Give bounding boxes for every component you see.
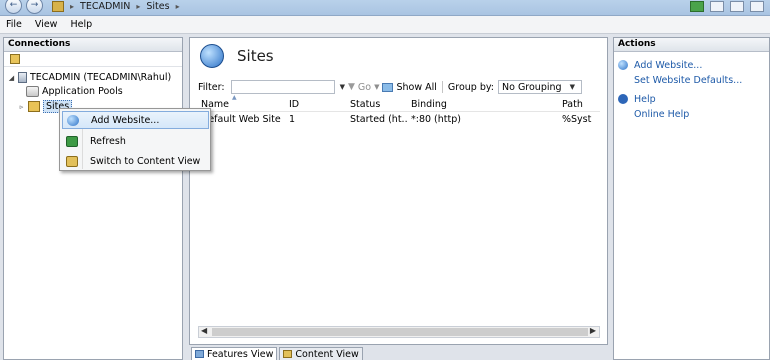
group-by-select[interactable]: No Grouping ▼	[498, 80, 582, 94]
ctx-refresh-label: Refresh	[90, 135, 126, 147]
go-dropdown-icon[interactable]: ▼	[374, 83, 379, 91]
globe-icon	[618, 60, 628, 70]
connections-header: Connections	[4, 38, 182, 52]
sites-table: ▲ Name ID Status Binding Path Default We…	[198, 94, 600, 324]
table-row[interactable]: Default Web Site 1 Started (ht... *:80 (…	[198, 113, 600, 127]
show-all-icon	[382, 82, 394, 92]
group-by-value: No Grouping	[502, 81, 562, 93]
context-menu: Add Website... Refresh Switch to Content…	[59, 108, 211, 171]
filter-input[interactable]	[230, 80, 335, 94]
action-add-website[interactable]: Add Website...	[634, 60, 702, 71]
connections-panel: Connections ◢ TECADMIN (TECADMIN\Rahul) …	[3, 37, 183, 360]
view-tabs: Features View Content View	[191, 347, 363, 360]
menu-help[interactable]: Help	[70, 19, 92, 30]
tab-content-view[interactable]: Content View	[279, 347, 363, 360]
go-button[interactable]: Go	[358, 82, 371, 93]
toolbar-icons	[690, 1, 764, 12]
connect-icon[interactable]	[10, 54, 20, 64]
connections-toolbar	[4, 52, 182, 67]
funnel-icon: ▼	[347, 82, 355, 92]
breadcrumb: ▸ TECADMIN ▸ Sites ▸	[52, 0, 180, 12]
globe-icon	[67, 114, 79, 126]
address-bar: ← → ▸ TECADMIN ▸ Sites ▸	[0, 0, 770, 16]
stop-icon[interactable]	[710, 1, 724, 12]
filter-bar: Filter: ▼ ▼ Go ▼ Show All Group by: No G…	[198, 78, 600, 96]
content-view-icon	[283, 350, 293, 358]
cell-status: Started (ht...	[350, 114, 408, 125]
tab-features-view-label: Features View	[207, 348, 274, 360]
app-pools-icon	[26, 86, 39, 97]
page-title: Sites	[200, 44, 274, 68]
tab-content-view-label: Content View	[295, 348, 359, 360]
ctx-switch-content-view-label: Switch to Content View	[90, 155, 201, 167]
tree-server-label: TECADMIN (TECADMIN\Rahul)	[30, 72, 172, 83]
action-help[interactable]: Help	[634, 94, 656, 105]
sites-panel: Sites Filter: ▼ ▼ Go ▼ Show All Group by…	[189, 37, 608, 345]
col-status[interactable]: Status	[350, 98, 400, 112]
tree-app-pools-label: Application Pools	[42, 86, 123, 97]
home-icon[interactable]	[730, 1, 744, 12]
page-title-text: Sites	[237, 47, 274, 65]
chevron-down-icon: ▼	[569, 83, 575, 91]
chevron-down-icon[interactable]: ▼	[340, 83, 345, 91]
expand-icon[interactable]: ▹	[18, 103, 25, 111]
globe-icon	[200, 44, 224, 68]
features-view-icon	[195, 350, 204, 358]
cell-id: 1	[289, 114, 296, 125]
folder-icon	[52, 0, 64, 12]
actions-header: Actions	[614, 38, 769, 52]
col-binding[interactable]: Binding	[411, 98, 491, 112]
filter-label: Filter:	[198, 81, 225, 93]
ctx-switch-content-view[interactable]: Switch to Content View	[62, 152, 209, 170]
action-online-help[interactable]: Online Help	[634, 109, 689, 120]
group-by-label: Group by:	[447, 81, 494, 93]
scroll-thumb[interactable]	[212, 328, 588, 336]
ctx-add-website-label: Add Website...	[91, 114, 160, 126]
action-set-website-defaults[interactable]: Set Website Defaults...	[634, 75, 742, 86]
cell-name: Default Web Site	[201, 114, 281, 125]
help-icon[interactable]	[750, 1, 764, 12]
forward-arrow-icon[interactable]: →	[26, 0, 43, 14]
col-name[interactable]: Name	[201, 98, 281, 112]
content-view-icon	[66, 155, 78, 167]
tree-server[interactable]: ◢ TECADMIN (TECADMIN\Rahul)	[8, 72, 171, 83]
table-header: ▲ Name ID Status Binding Path	[198, 94, 600, 112]
collapse-icon[interactable]: ◢	[8, 74, 15, 82]
menu-view[interactable]: View	[35, 19, 58, 30]
horizontal-scrollbar[interactable]: ◀ ▶	[198, 326, 600, 338]
ctx-add-website[interactable]: Add Website...	[62, 111, 209, 129]
scroll-right-icon[interactable]: ▶	[590, 326, 596, 335]
cell-path: %Syst	[562, 114, 592, 125]
col-path[interactable]: Path	[562, 98, 598, 112]
actions-panel: Actions Add Website... Set Website Defau…	[613, 37, 770, 360]
breadcrumb-sites[interactable]: Sites	[146, 1, 169, 12]
folder-icon	[28, 101, 40, 112]
tab-features-view[interactable]: Features View	[191, 347, 278, 360]
server-icon	[18, 72, 27, 83]
back-arrow-icon[interactable]: ←	[5, 0, 22, 14]
cell-binding: *:80 (http)	[411, 114, 461, 125]
col-id[interactable]: ID	[289, 98, 329, 112]
start-icon[interactable]	[690, 1, 704, 12]
help-icon	[618, 94, 628, 104]
ctx-refresh[interactable]: Refresh	[62, 132, 209, 150]
show-all-button[interactable]: Show All	[396, 82, 436, 93]
breadcrumb-server[interactable]: TECADMIN	[80, 1, 130, 12]
menu-file[interactable]: File	[6, 19, 22, 30]
tree-app-pools[interactable]: Application Pools	[26, 86, 123, 97]
refresh-icon	[66, 135, 78, 147]
menu-bar: File View Help	[0, 16, 770, 34]
scroll-left-icon[interactable]: ◀	[201, 326, 207, 335]
